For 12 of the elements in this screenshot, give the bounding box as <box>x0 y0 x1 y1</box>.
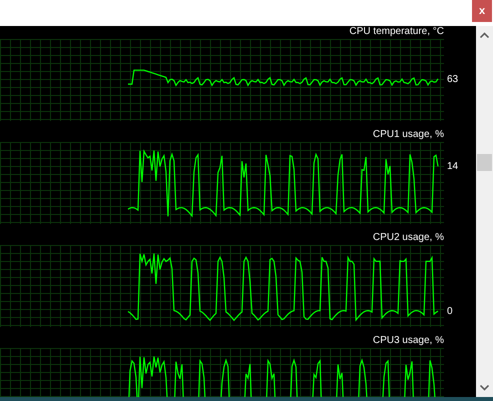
graph-reading: 14 <box>447 161 458 172</box>
graph-title: CPU1 usage, % <box>372 129 444 141</box>
close-button[interactable]: x <box>472 0 492 22</box>
scrollbar[interactable] <box>476 26 493 397</box>
graph-title: CPU3 usage, % <box>372 335 444 347</box>
scroll-up-icon[interactable] <box>480 32 489 38</box>
graph-title: CPU2 usage, % <box>372 232 444 244</box>
graph-reading: 63 <box>447 74 458 85</box>
graph-title: CPU temperature, °C <box>348 26 444 38</box>
scroll-thumb[interactable] <box>477 154 492 171</box>
graph-reading: 0 <box>447 306 453 318</box>
scroll-down-icon[interactable] <box>480 385 489 391</box>
